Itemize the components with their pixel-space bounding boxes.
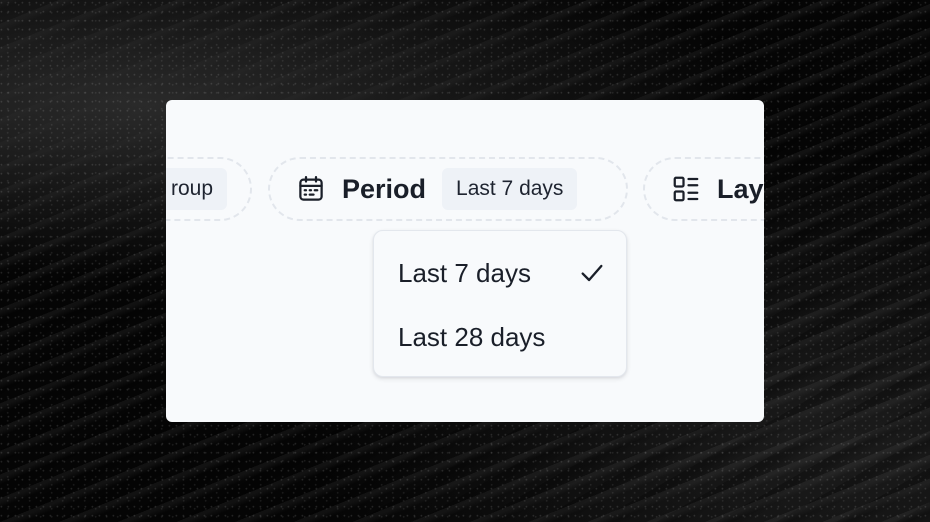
layout-list-icon bbox=[673, 176, 699, 202]
period-option-last-28-days[interactable]: Last 28 days bbox=[398, 317, 606, 357]
period-option-last-7-days[interactable]: Last 7 days bbox=[398, 253, 606, 293]
calendar-icon bbox=[299, 176, 323, 201]
filter-panel: roup Period Last 7 days Lay Last 7 days … bbox=[166, 100, 764, 422]
period-option-label: Last 28 days bbox=[398, 321, 546, 352]
period-filter-pill[interactable]: Period Last 7 days bbox=[268, 157, 628, 221]
period-filter-label: Period bbox=[342, 173, 427, 204]
period-option-label: Last 7 days bbox=[398, 257, 531, 288]
group-filter-value: roup bbox=[166, 168, 227, 210]
layout-filter-pill[interactable]: Lay bbox=[643, 157, 764, 221]
period-dropdown-menu: Last 7 days Last 28 days bbox=[373, 230, 627, 377]
check-icon bbox=[581, 264, 603, 282]
layout-filter-label: Lay bbox=[717, 173, 764, 204]
group-filter-pill[interactable]: roup bbox=[166, 157, 252, 221]
period-filter-value: Last 7 days bbox=[442, 168, 578, 210]
